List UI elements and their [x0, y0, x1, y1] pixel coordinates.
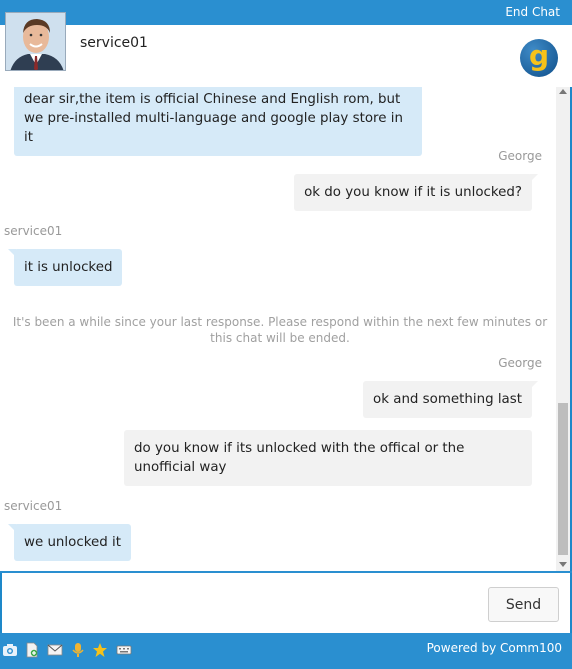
scroll-down-arrow-icon[interactable]: [559, 562, 567, 567]
keyboard-icon[interactable]: [116, 642, 132, 658]
message-bubble-agent: we unlocked it: [8, 524, 131, 561]
scroll-thumb[interactable]: [558, 403, 568, 555]
agent-avatar: [5, 12, 66, 71]
top-bar: End Chat: [0, 0, 572, 25]
bottom-toolbar: Powered by Comm100: [0, 633, 572, 669]
sender-label: service01: [4, 499, 63, 513]
message-bubble-agent: it is unlocked: [7, 249, 123, 286]
camera-icon[interactable]: [2, 642, 18, 658]
chat-scrollbar[interactable]: [556, 87, 570, 571]
scroll-up-arrow-icon[interactable]: [559, 89, 567, 94]
comm100-logo: g: [520, 39, 558, 77]
star-icon[interactable]: [92, 642, 108, 658]
message-bubble-visitor: do you know if its unlocked with the off…: [124, 430, 532, 486]
sender-label: service01: [4, 224, 63, 238]
email-icon[interactable]: [47, 642, 63, 658]
chat-header: service01 g: [0, 12, 572, 87]
composer: Send: [2, 573, 570, 633]
microphone-icon[interactable]: [70, 642, 86, 658]
message-list[interactable]: dear sir,the item is official Chinese an…: [0, 87, 568, 571]
message-bubble-agent: dear sir,the item is official Chinese an…: [8, 87, 422, 156]
logo-letter: g: [528, 39, 550, 72]
system-notice: It's been a while since your last respon…: [12, 315, 548, 345]
file-upload-icon[interactable]: [24, 642, 40, 658]
powered-by-label: Powered by Comm100: [426, 641, 562, 655]
message-bubble-visitor: ok and something last: [363, 381, 538, 418]
sender-label: George: [498, 356, 542, 370]
send-button[interactable]: Send: [488, 587, 559, 622]
message-input[interactable]: [6, 579, 480, 627]
agent-name: service01: [80, 35, 148, 51]
sender-label: George: [498, 149, 542, 163]
message-bubble-visitor: ok do you know if it is unlocked?: [294, 174, 538, 211]
end-chat-button[interactable]: End Chat: [505, 5, 560, 19]
